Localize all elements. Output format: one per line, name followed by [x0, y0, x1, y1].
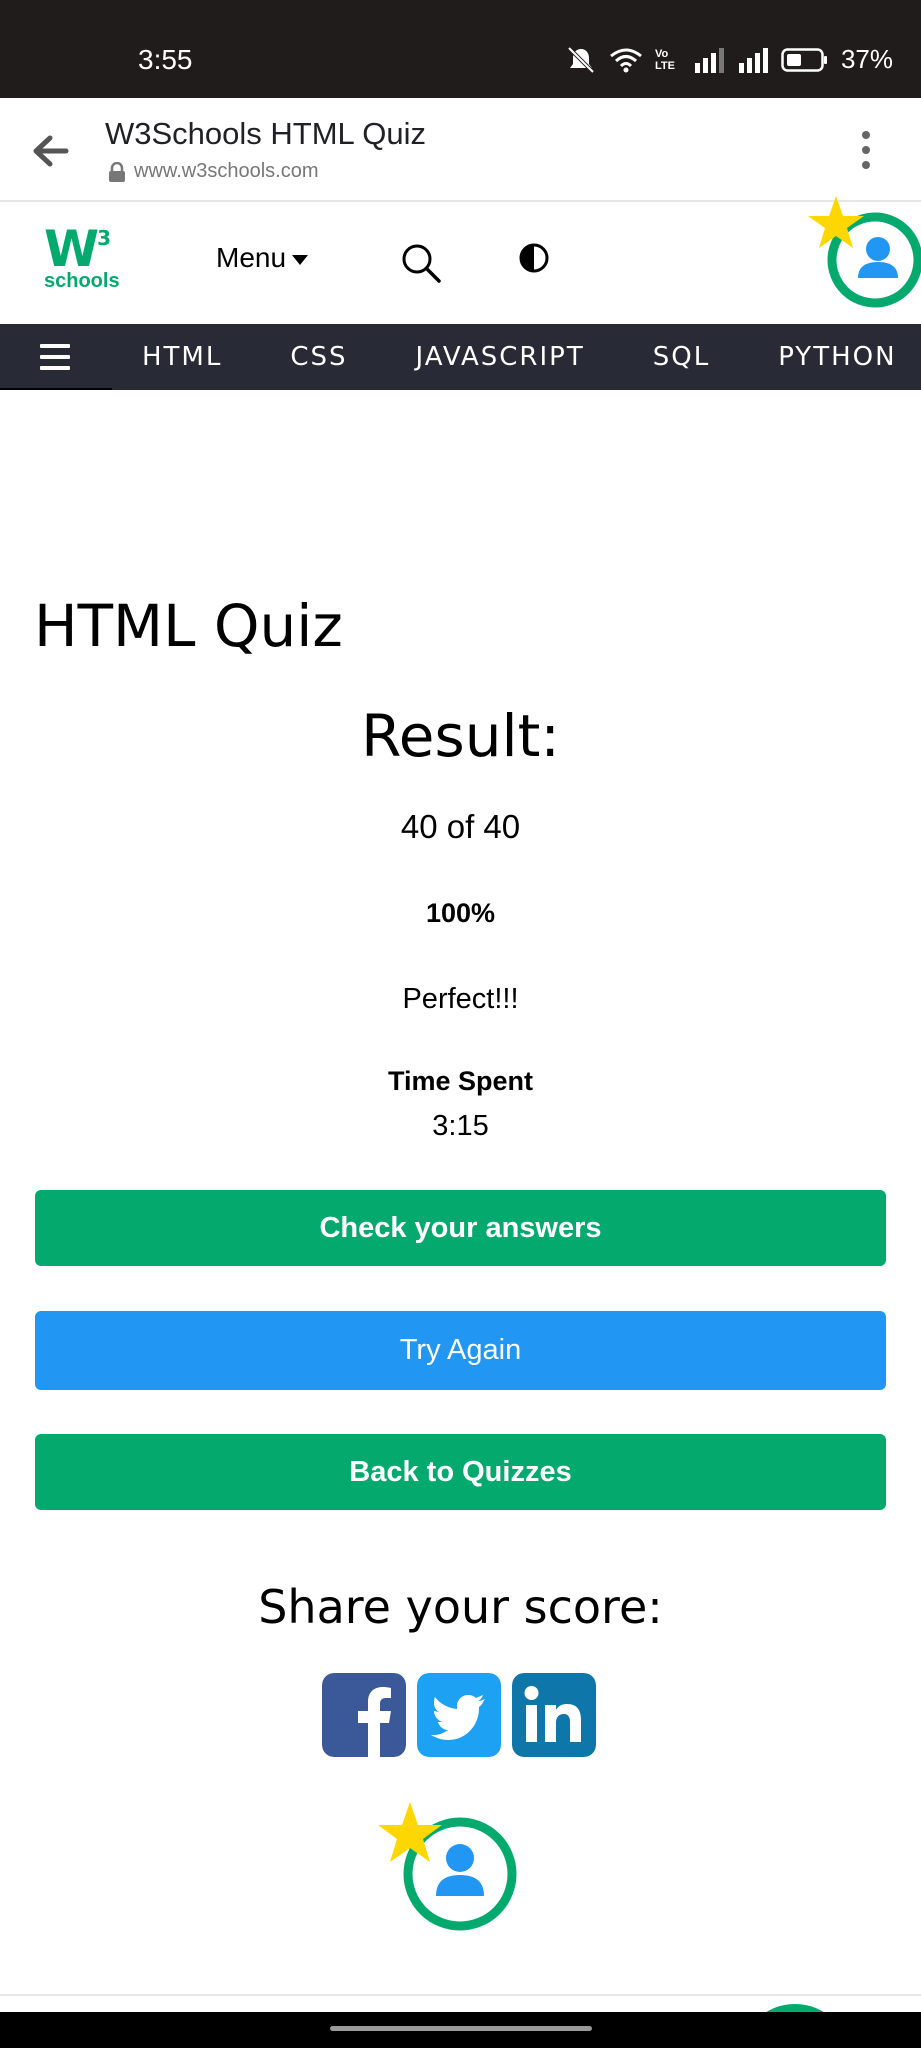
w3schools-logo[interactable]: W3 schools [42, 220, 132, 300]
system-nav-bar [0, 2012, 921, 2048]
caret-down-icon [292, 255, 309, 265]
result-heading: Result: [361, 702, 560, 770]
wifi-icon [610, 48, 642, 72]
url-bar[interactable]: www.w3schools.com [108, 160, 319, 183]
score-percent: 100% [425, 898, 496, 928]
share-buttons [322, 1673, 596, 1757]
search-icon[interactable] [400, 242, 442, 284]
status-time: 3:55 [138, 44, 193, 75]
time-spent-value: 3:15 [432, 1110, 489, 1142]
nav-active-underline [0, 388, 112, 390]
logo-text: schools [44, 270, 120, 292]
home-gesture-pill[interactable] [330, 2026, 592, 2031]
back-to-quizzes-button[interactable]: Back to Quizzes [35, 1434, 886, 1510]
nav-item-css[interactable]: CSS [290, 342, 347, 372]
menu-label: Menu [216, 242, 287, 273]
menu-button[interactable]: Menu [216, 242, 309, 274]
status-bar: 3:55 Vo LTE 37% [0, 0, 921, 98]
back-arrow-icon[interactable] [30, 134, 70, 168]
screen: 3:55 Vo LTE 37% W3Schools HTML Quiz www.… [0, 0, 921, 2048]
browser-toolbar: W3Schools HTML Quiz www.w3schools.com [0, 98, 921, 202]
site-header: W3 schools Menu [0, 202, 921, 324]
share-heading: Share your score: [258, 1580, 663, 1634]
page-title: W3Schools HTML Quiz [105, 116, 426, 151]
result-message: Perfect!!! [402, 983, 519, 1015]
battery-icon [781, 47, 827, 72]
topic-navbar: HTML CSS JAVASCRIPT SQL PYTHON [0, 324, 921, 390]
facebook-icon[interactable] [322, 1673, 406, 1757]
quiz-title: HTML Quiz [34, 592, 343, 660]
volte-indicator: Vo LTE [654, 47, 675, 72]
battery-percent: 37% [840, 44, 893, 74]
footer-divider [0, 1994, 921, 1996]
mute-icon [567, 46, 595, 73]
nav-item-javascript[interactable]: JAVASCRIPT [416, 342, 585, 372]
lock-icon [109, 161, 125, 182]
profile-avatar-icon-bottom[interactable] [376, 1802, 522, 1932]
dark-mode-icon[interactable] [518, 242, 550, 274]
check-answers-button[interactable]: Check your answers [35, 1190, 886, 1266]
try-again-button[interactable]: Try Again [35, 1311, 886, 1390]
url-text: www.w3schools.com [134, 160, 319, 182]
signal-icon-2 [738, 47, 768, 73]
score-text: 40 of 40 [400, 808, 521, 845]
profile-avatar-icon[interactable] [806, 196, 921, 311]
twitter-icon[interactable] [417, 1673, 501, 1757]
linkedin-icon[interactable] [512, 1673, 596, 1757]
topic-nav-items: HTML CSS JAVASCRIPT SQL PYTHON [142, 324, 921, 390]
status-icons: Vo LTE 37% [565, 44, 893, 75]
nav-item-html[interactable]: HTML [142, 342, 222, 372]
nav-item-python[interactable]: PYTHON [778, 342, 896, 372]
signal-icon-1 [694, 47, 724, 73]
nav-item-sql[interactable]: SQL [653, 342, 710, 372]
time-spent-label: Time Spent [387, 1066, 534, 1096]
hamburger-icon[interactable] [40, 344, 70, 370]
more-options-icon[interactable] [861, 130, 871, 170]
